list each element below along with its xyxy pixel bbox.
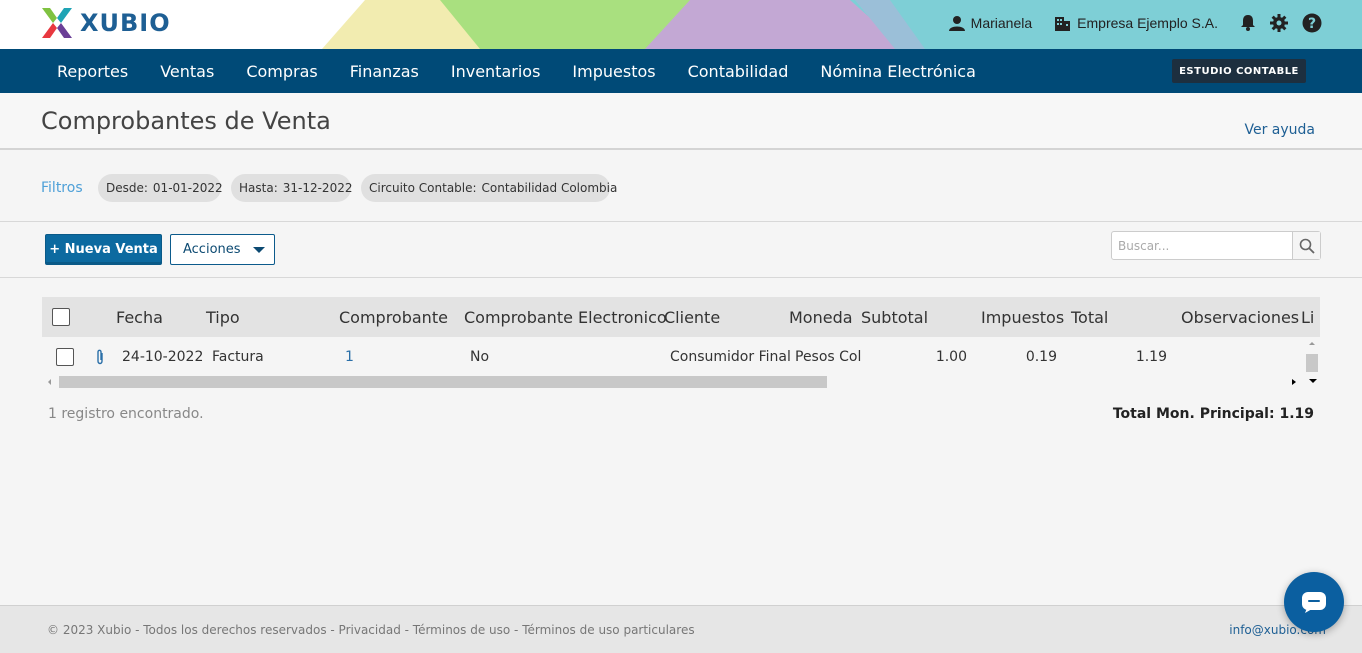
cell-impuestos: 0.19	[1025, 349, 1057, 365]
horizontal-scrollbar[interactable]	[42, 375, 1304, 389]
user-icon	[948, 15, 965, 31]
filter-chip-key: Desde:	[106, 181, 148, 195]
cell-fecha: 24-10-2022	[122, 349, 204, 365]
company-name: Empresa Ejemplo S.A.	[1077, 14, 1218, 31]
user-area: Marianela Empresa Ejemplo S.A. ?	[948, 0, 1322, 45]
filter-chip-hasta[interactable]: Hasta: 31-12-2022	[231, 174, 353, 202]
column-header-tipo[interactable]: Tipo	[206, 308, 240, 327]
company-menu[interactable]: Empresa Ejemplo S.A.	[1054, 15, 1218, 31]
nav-item-contabilidad[interactable]: Contabilidad	[672, 62, 805, 81]
nav-item-reportes[interactable]: Reportes	[41, 62, 144, 81]
scroll-up-icon[interactable]	[1309, 342, 1315, 345]
nav-item-finanzas[interactable]: Finanzas	[334, 62, 435, 81]
gear-icon[interactable]	[1270, 13, 1288, 32]
main-nav: Reportes Ventas Compras Finanzas Inventa…	[0, 49, 1362, 93]
cell-cliente: Consumidor Final	[670, 349, 791, 365]
column-header-subtotal[interactable]: Subtotal	[861, 308, 928, 327]
cell-total: 1.19	[1135, 349, 1167, 365]
nav-item-impuestos[interactable]: Impuestos	[556, 62, 671, 81]
paperclip-icon[interactable]	[95, 349, 105, 365]
column-header-lista[interactable]: Li	[1301, 308, 1314, 327]
table-row[interactable]: 24-10-2022 Factura 1 No Consumidor Final…	[42, 337, 1320, 375]
footer: © 2023 Xubio - Todos los derechos reserv…	[0, 605, 1362, 653]
column-header-total[interactable]: Total	[1071, 308, 1108, 327]
actions-label: Acciones	[183, 242, 241, 257]
nav-item-nomina[interactable]: Nómina Electrónica	[804, 62, 992, 81]
column-header-fecha[interactable]: Fecha	[116, 308, 163, 327]
logo-text: XUBIO	[80, 9, 171, 37]
nav-item-compras[interactable]: Compras	[230, 62, 333, 81]
toolbar: + Nueva Venta Acciones	[0, 222, 1362, 278]
nav-item-ventas[interactable]: Ventas	[144, 62, 230, 81]
search-button[interactable]	[1292, 232, 1320, 259]
search-icon	[1299, 238, 1315, 254]
bell-icon[interactable]	[1240, 14, 1256, 31]
caret-down-icon	[253, 247, 265, 253]
nav-item-inventarios[interactable]: Inventarios	[435, 62, 557, 81]
search-box	[1111, 231, 1321, 260]
search-input[interactable]	[1112, 232, 1293, 259]
records-count: 1 registro encontrado.	[48, 406, 204, 422]
total-principal: Total Mon. Principal: 1.19	[1112, 406, 1314, 422]
cell-moneda: Pesos Col	[795, 349, 862, 365]
new-sale-button[interactable]: + Nueva Venta	[45, 234, 162, 265]
page-header: Comprobantes de Venta Ver ayuda	[0, 93, 1362, 150]
chat-button[interactable]	[1284, 572, 1344, 632]
column-header-electronico[interactable]: Comprobante Electronico	[464, 308, 667, 327]
filter-chip-value: 31-12-2022	[282, 181, 353, 195]
column-header-moneda[interactable]: Moneda	[789, 308, 853, 327]
filter-chip-key: Hasta:	[239, 181, 278, 195]
estudio-contable-button[interactable]: ESTUDIO CONTABLE	[1172, 59, 1306, 83]
scroll-down-icon[interactable]	[1309, 379, 1317, 383]
footer-links[interactable]: © 2023 Xubio - Todos los derechos reserv…	[47, 623, 695, 637]
cell-subtotal: 1.00	[935, 349, 967, 365]
help-link[interactable]: Ver ayuda	[1244, 122, 1315, 138]
svg-text:?: ?	[1308, 16, 1316, 32]
user-name: Marianela	[970, 14, 1033, 31]
user-menu[interactable]: Marianela	[948, 14, 1033, 31]
row-checkbox[interactable]	[56, 348, 74, 366]
column-header-impuestos[interactable]: Impuestos	[981, 308, 1064, 327]
actions-dropdown[interactable]: Acciones	[170, 234, 275, 265]
filter-chip-value: Contabilidad Colombia	[481, 181, 618, 195]
horizontal-scroll-thumb[interactable]	[59, 376, 827, 388]
column-header-cliente[interactable]: Cliente	[664, 308, 720, 327]
filter-chip-value: 01-01-2022	[152, 181, 223, 195]
cell-tipo: Factura	[212, 349, 264, 365]
column-header-comprobante[interactable]: Comprobante	[339, 308, 448, 327]
filter-chip-desde[interactable]: Desde: 01-01-2022	[98, 174, 223, 202]
scroll-left-icon[interactable]	[48, 379, 51, 385]
vertical-scroll-thumb[interactable]	[1306, 354, 1318, 372]
filters-toggle[interactable]: Filtros	[41, 180, 83, 196]
column-header-observaciones[interactable]: Observaciones	[1181, 308, 1299, 327]
logo-mark-icon	[42, 8, 72, 38]
filter-chip-circuito[interactable]: Circuito Contable: Contabilidad Colombia	[361, 174, 617, 202]
cell-electronico: No	[470, 349, 490, 365]
chat-icon	[1302, 592, 1326, 613]
top-bar: XUBIO Marianela Empresa Ejemplo S.A. ?	[0, 0, 1362, 49]
vertical-scrollbar[interactable]	[1304, 337, 1320, 389]
building-icon	[1055, 16, 1071, 31]
select-all-checkbox[interactable]	[52, 308, 70, 326]
page-title: Comprobantes de Venta	[41, 107, 331, 135]
cell-comprobante[interactable]: 1	[345, 349, 354, 365]
help-icon[interactable]: ?	[1302, 13, 1322, 33]
filters-bar: Filtros Desde: 01-01-2022 Hasta: 31-12-2…	[0, 152, 1362, 222]
scroll-right-icon[interactable]	[1292, 379, 1296, 385]
logo[interactable]: XUBIO	[40, 6, 171, 40]
filter-chip-key: Circuito Contable:	[369, 181, 477, 195]
sales-grid: Fecha Tipo Comprobante Comprobante Elect…	[42, 297, 1320, 389]
grid-header: Fecha Tipo Comprobante Comprobante Elect…	[42, 297, 1320, 337]
